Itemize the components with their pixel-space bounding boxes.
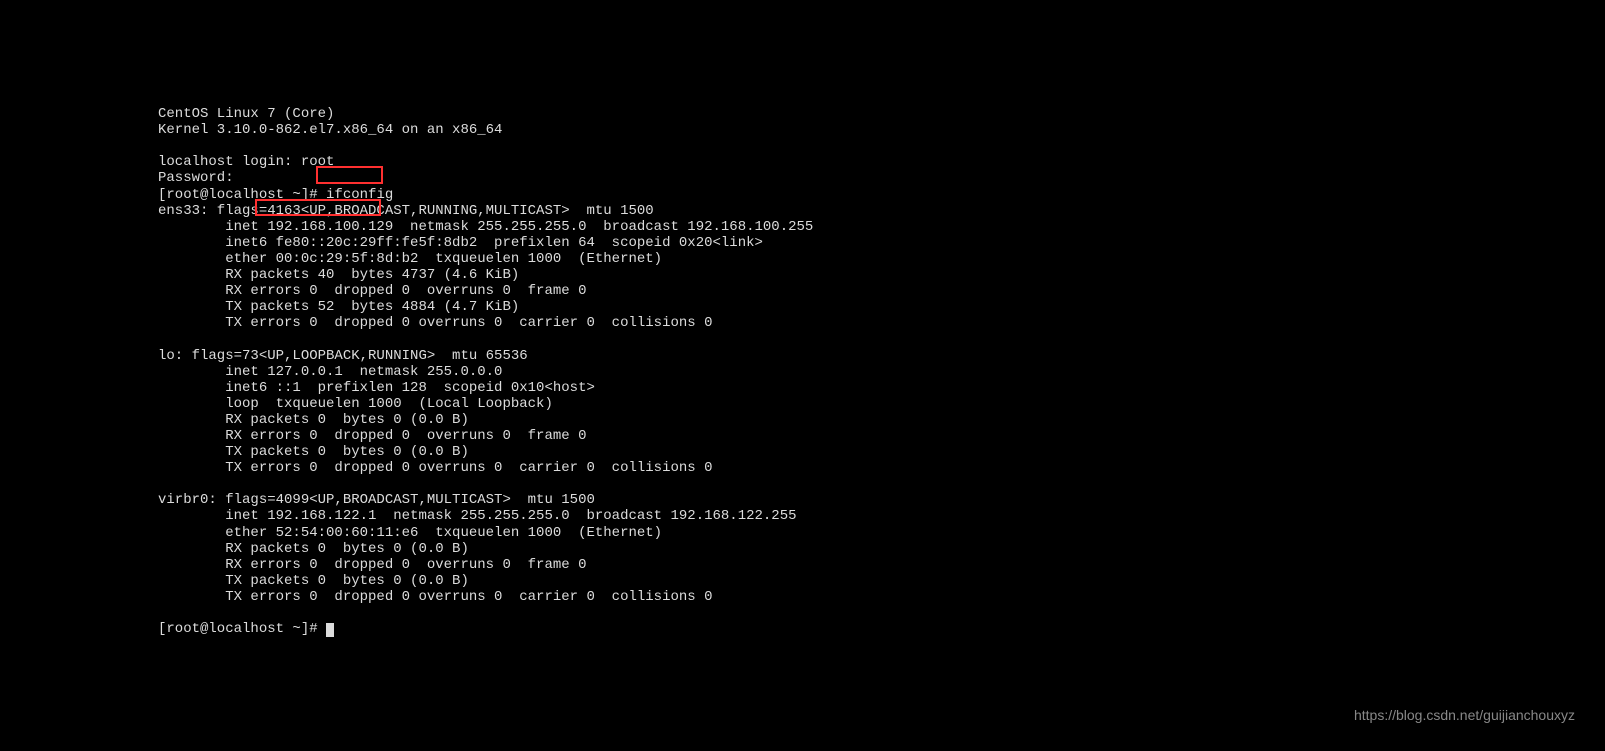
terminal-output[interactable]: CentOS Linux 7 (Core) Kernel 3.10.0-862.… <box>158 90 813 637</box>
os-banner: CentOS Linux 7 (Core) <box>158 106 334 122</box>
virbr0-tx-errors: TX errors 0 dropped 0 overruns 0 carrier… <box>158 589 713 605</box>
ens33-inet: inet 192.168.100.129 netmask 255.255.255… <box>158 219 813 235</box>
lo-inet6: inet6 ::1 prefixlen 128 scopeid 0x10<hos… <box>158 380 595 396</box>
lo-rx-errors: RX errors 0 dropped 0 overruns 0 frame 0 <box>158 428 586 444</box>
terminal-cursor[interactable] <box>326 623 334 637</box>
shell-prompt-1: [root@localhost ~]# <box>158 187 326 203</box>
watermark-text: https://blog.csdn.net/guijianchouxyz <box>1354 707 1575 723</box>
lo-rx-packets: RX packets 0 bytes 0 (0.0 B) <box>158 412 469 428</box>
virbr0-rx-errors: RX errors 0 dropped 0 overruns 0 frame 0 <box>158 557 586 573</box>
lo-tx-errors: TX errors 0 dropped 0 overruns 0 carrier… <box>158 460 713 476</box>
virbr0-rx-packets: RX packets 0 bytes 0 (0.0 B) <box>158 541 469 557</box>
virbr0-header: virbr0: flags=4099<UP,BROADCAST,MULTICAS… <box>158 492 595 508</box>
ens33-inet6: inet6 fe80::20c:29ff:fe5f:8db2 prefixlen… <box>158 235 763 251</box>
ens33-rx-packets: RX packets 40 bytes 4737 (4.6 KiB) <box>158 267 519 283</box>
ens33-header: ens33: flags=4163<UP,BROADCAST,RUNNING,M… <box>158 203 654 219</box>
virbr0-inet: inet 192.168.122.1 netmask 255.255.255.0… <box>158 508 797 524</box>
virbr0-ether: ether 52:54:00:60:11:e6 txqueuelen 1000 … <box>158 525 662 541</box>
lo-inet: inet 127.0.0.1 netmask 255.0.0.0 <box>158 364 502 380</box>
command-ifconfig: ifconfig <box>326 187 393 203</box>
login-prompt: localhost login: root <box>158 154 334 170</box>
lo-loop: loop txqueuelen 1000 (Local Loopback) <box>158 396 553 412</box>
ens33-ether: ether 00:0c:29:5f:8d:b2 txqueuelen 1000 … <box>158 251 662 267</box>
ens33-tx-packets: TX packets 52 bytes 4884 (4.7 KiB) <box>158 299 519 315</box>
password-prompt: Password: <box>158 170 234 186</box>
virbr0-tx-packets: TX packets 0 bytes 0 (0.0 B) <box>158 573 469 589</box>
shell-prompt-2: [root@localhost ~]# <box>158 621 326 637</box>
ens33-rx-errors: RX errors 0 dropped 0 overruns 0 frame 0 <box>158 283 586 299</box>
lo-header: lo: flags=73<UP,LOOPBACK,RUNNING> mtu 65… <box>158 348 528 364</box>
ens33-tx-errors: TX errors 0 dropped 0 overruns 0 carrier… <box>158 315 713 331</box>
lo-tx-packets: TX packets 0 bytes 0 (0.0 B) <box>158 444 469 460</box>
kernel-line: Kernel 3.10.0-862.el7.x86_64 on an x86_6… <box>158 122 502 138</box>
